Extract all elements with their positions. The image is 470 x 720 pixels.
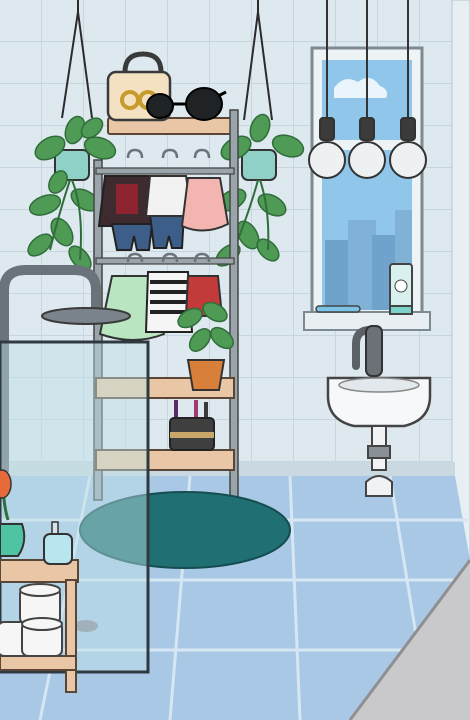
bathroom-scene [0, 0, 470, 720]
pendant-lights [308, 0, 427, 179]
shower-drain [74, 620, 98, 632]
toothpaste[interactable] [389, 263, 413, 315]
toothbrush[interactable] [315, 305, 361, 313]
pink-top[interactable] [180, 177, 230, 232]
